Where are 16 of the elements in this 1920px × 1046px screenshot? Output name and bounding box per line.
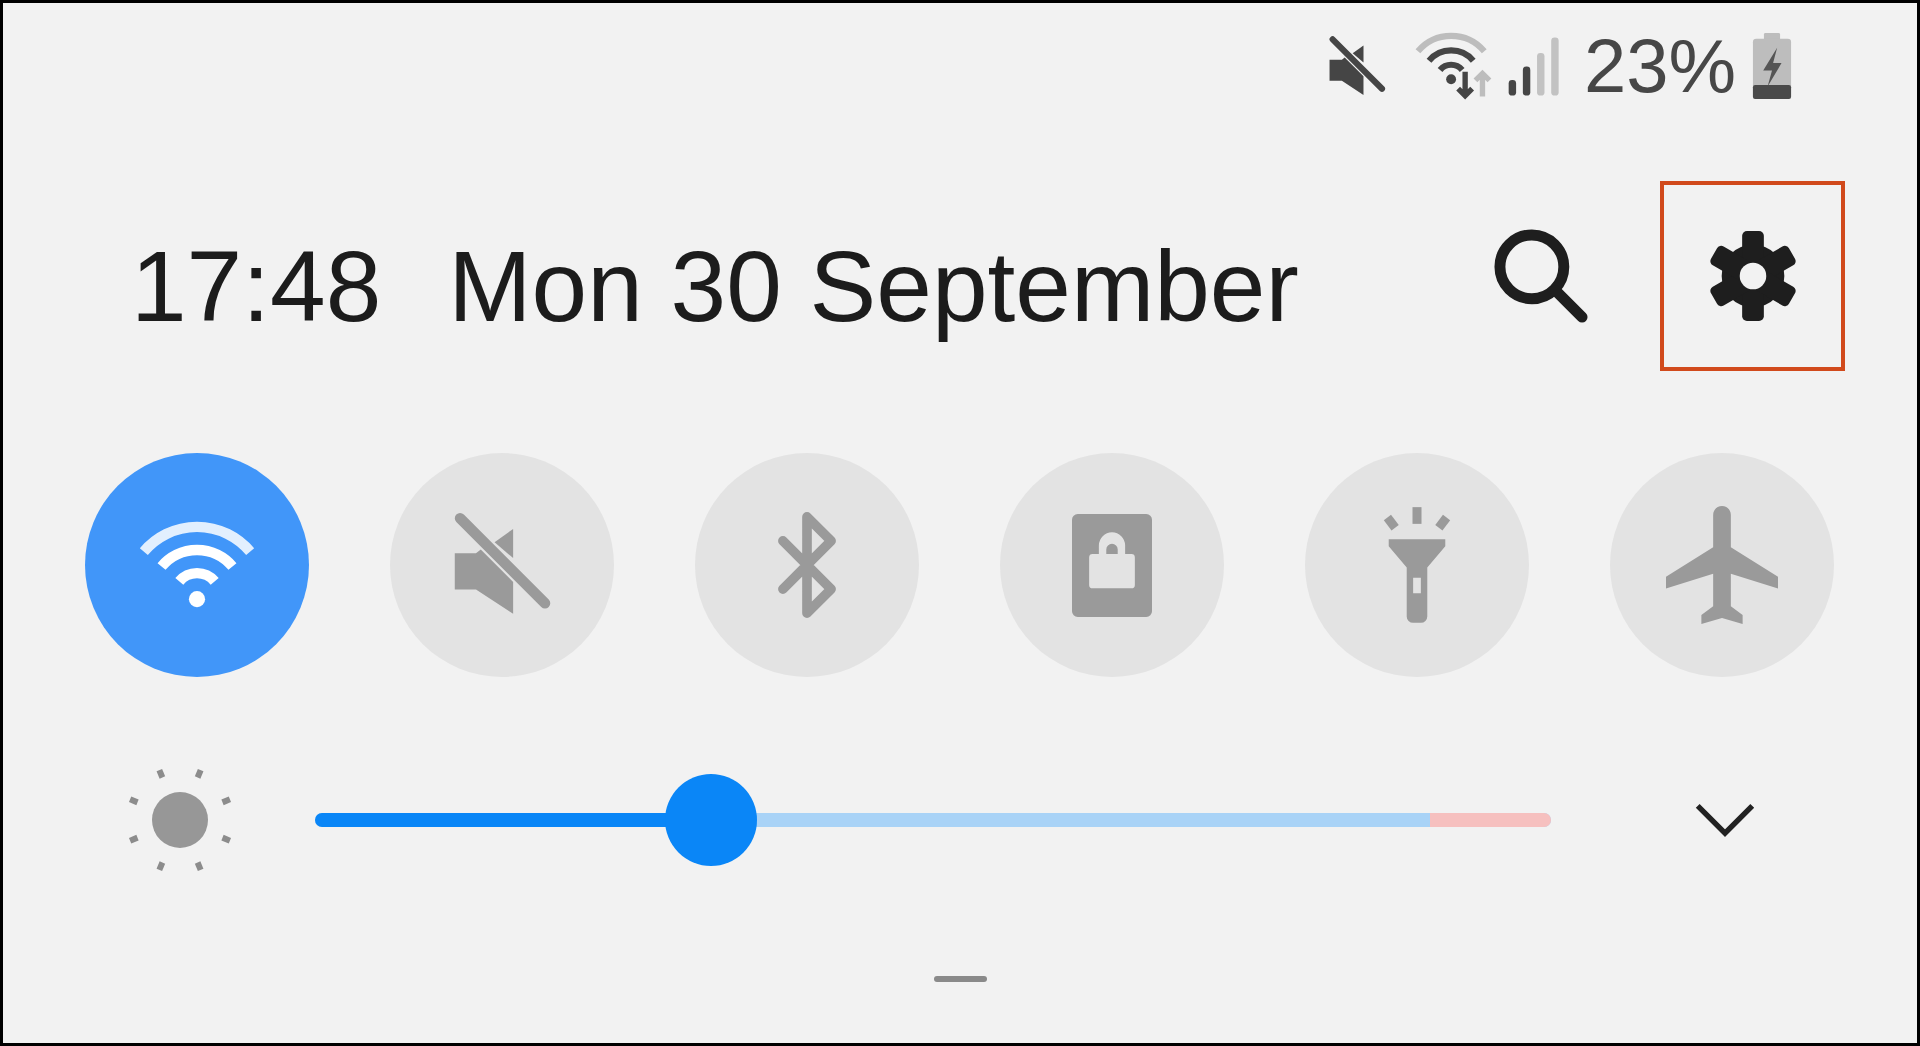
screen-lock-icon xyxy=(1072,513,1152,617)
signal-icon xyxy=(1507,35,1560,97)
drag-handle[interactable] xyxy=(933,976,987,982)
battery-charging-icon xyxy=(1750,33,1794,99)
wifi-icon xyxy=(1413,32,1494,100)
battery-percentage: 23% xyxy=(1583,22,1736,111)
search-icon xyxy=(1493,229,1588,323)
settings-gear-icon xyxy=(1707,231,1798,321)
bluetooth-icon xyxy=(776,511,838,619)
mute-icon xyxy=(1327,35,1386,97)
date-text: Mon 30 September xyxy=(448,229,1299,344)
wifi-icon xyxy=(138,521,256,609)
airplane-icon xyxy=(1666,506,1778,624)
flashlight-icon xyxy=(1381,507,1453,623)
chevron-down-icon xyxy=(1695,803,1755,837)
clock-time: 17:48 xyxy=(131,229,382,344)
